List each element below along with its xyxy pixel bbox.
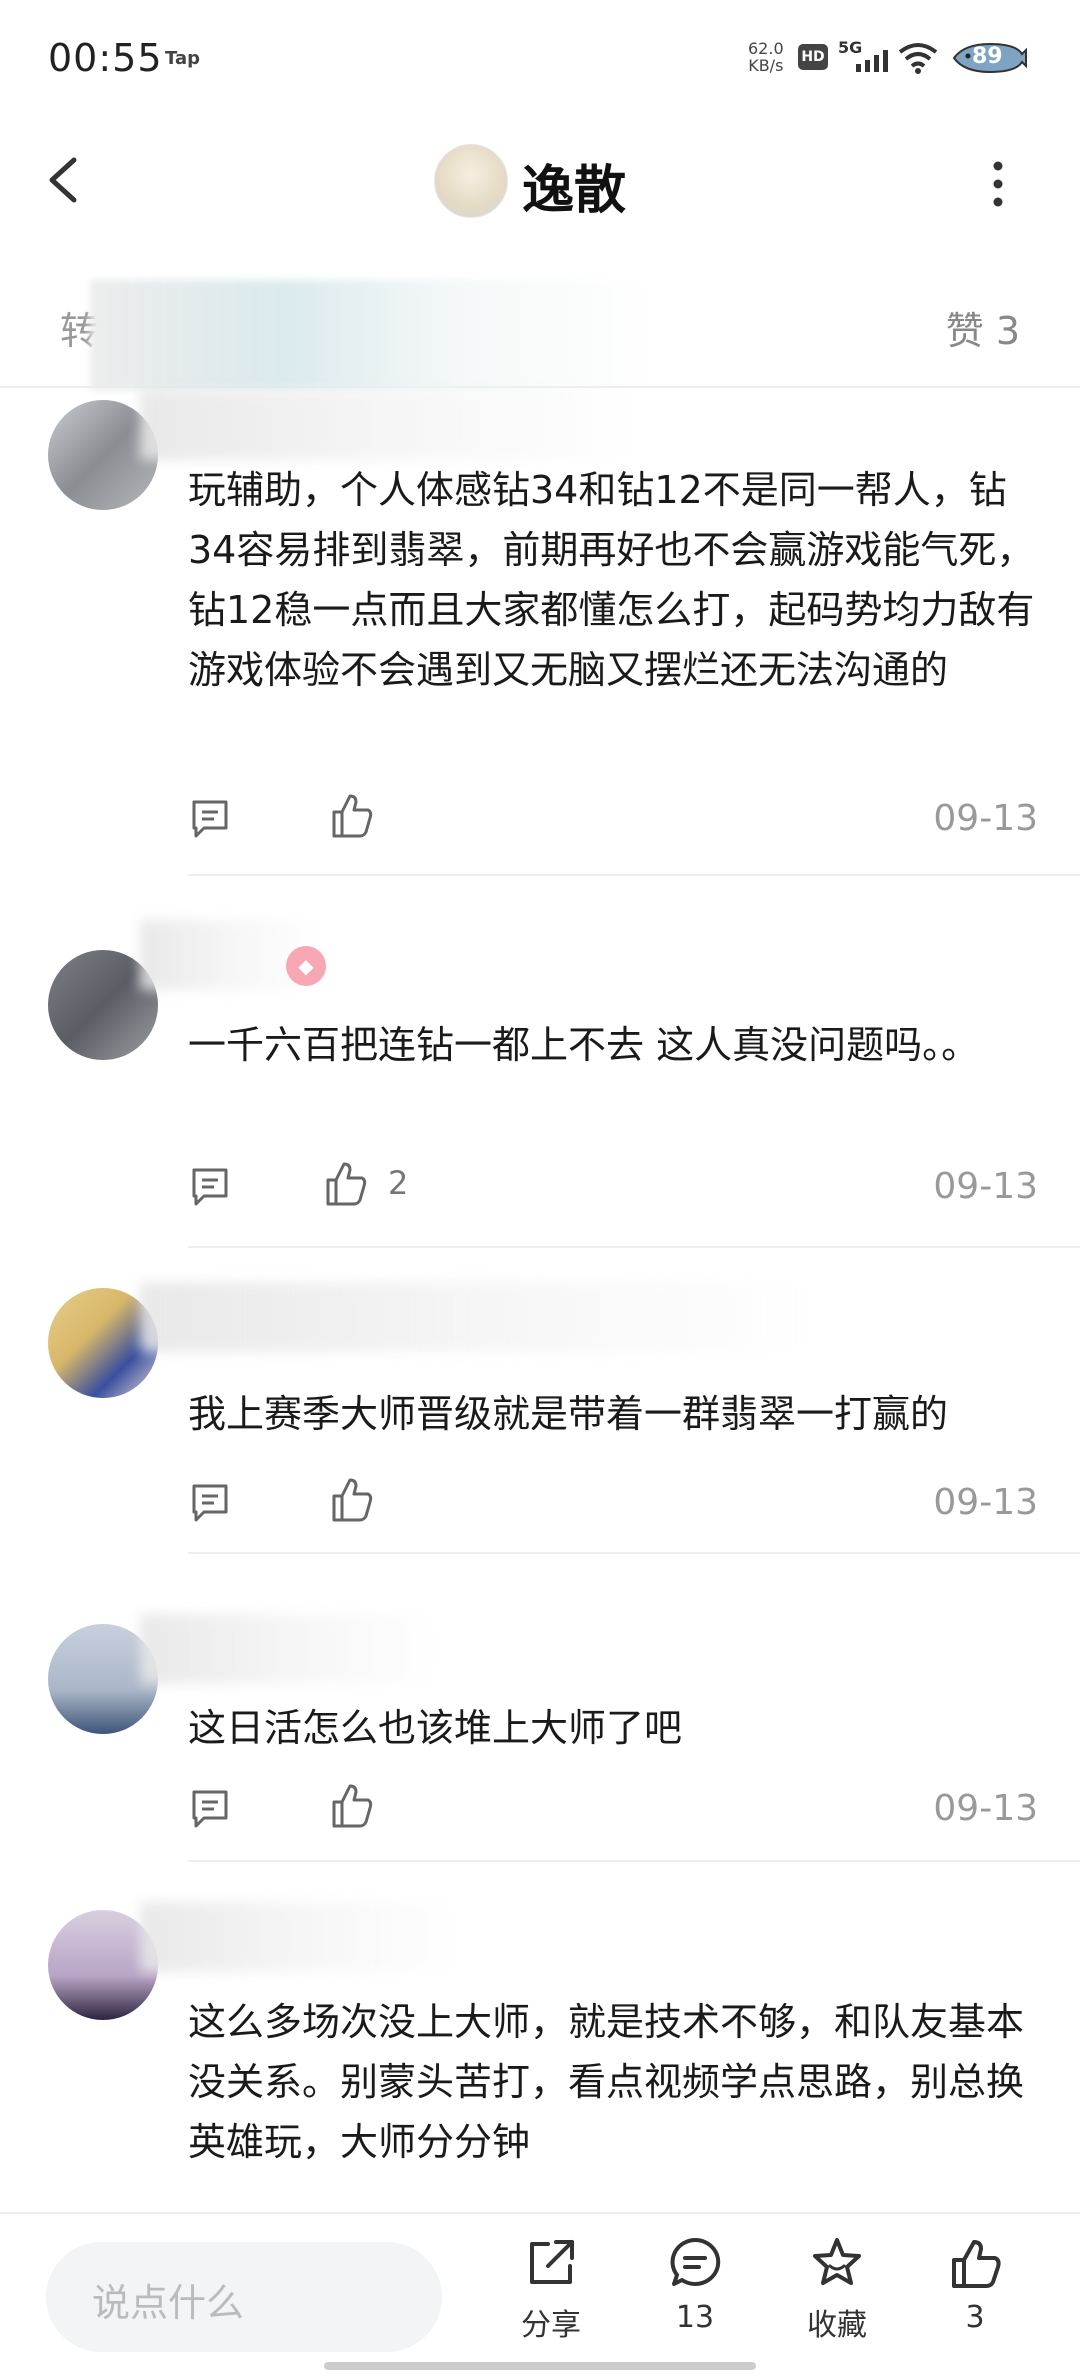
divider xyxy=(188,874,1080,876)
share-icon xyxy=(530,2240,574,2284)
author-name[interactable]: 逸散 xyxy=(522,148,626,223)
comment-date: 09-13 xyxy=(933,1166,1038,1207)
comment-date: 09-13 xyxy=(933,1482,1038,1523)
home-indicator[interactable] xyxy=(324,2362,756,2370)
top-nav: 逸散 xyxy=(0,120,1080,240)
divider xyxy=(188,1552,1080,1554)
thumbs-up-icon[interactable] xyxy=(328,1780,374,1830)
comment-item: 这日活怎么也该堆上大师了吧 09-13 xyxy=(0,1558,1080,1858)
comment-icon xyxy=(670,2237,721,2286)
star-icon xyxy=(813,2238,861,2285)
divider xyxy=(188,1246,1080,1248)
thumbs-up-icon[interactable] xyxy=(328,790,374,840)
blurred-region xyxy=(90,280,660,390)
battery-level: 89 xyxy=(972,44,1003,69)
comment-count: 13 xyxy=(675,2300,715,2335)
status-carrier-label: Tap xyxy=(165,48,200,69)
reply-icon[interactable] xyxy=(188,1480,232,1524)
comment-text: 我上赛季大师晋级就是带着一群翡翠一打赢的 xyxy=(188,1392,949,1436)
commenter-name-blurred xyxy=(140,1902,460,1972)
comments-button[interactable]: 13 xyxy=(640,2234,750,2364)
comment-input[interactable]: 说点什么 xyxy=(46,2242,442,2352)
status-bar: 00:55 Tap 62.0 KB/s HD 5G 89 xyxy=(0,0,1080,120)
thumbs-up-icon[interactable] xyxy=(322,1158,368,1208)
collect-button[interactable]: 收藏 xyxy=(782,2234,892,2364)
commenter-name-blurred xyxy=(140,1282,820,1352)
commenter-name-blurred xyxy=(140,1614,440,1684)
battery-indicator: 89 xyxy=(950,40,1028,76)
reply-icon[interactable] xyxy=(188,1786,232,1830)
comment-actions: 09-13 xyxy=(188,790,1038,850)
comment-text: 一千六百把连钻一都上不去 这人真没问题吗。。 xyxy=(188,1023,980,1067)
comment-text: 这日活怎么也该堆上大师了吧 xyxy=(188,1706,683,1750)
share-button[interactable]: 分享 xyxy=(496,2234,606,2364)
network-speed-value: 62.0 xyxy=(748,39,784,58)
comment-item: 玩辅助，个人体感钻34和钻12不是同一帮人，钻34容易排到翡翠，前期再好也不会赢… xyxy=(0,390,1080,880)
status-time: 00:55 xyxy=(48,36,163,80)
comment-text: 玩辅助，个人体感钻34和钻12不是同一帮人，钻34容易排到翡翠，前期再好也不会赢… xyxy=(188,468,1035,692)
tab-likes[interactable]: 赞 3 xyxy=(946,300,1020,355)
signal-icon xyxy=(856,50,888,72)
network-speed-unit: KB/s xyxy=(748,56,784,75)
reply-icon[interactable] xyxy=(188,1164,232,1208)
back-button[interactable] xyxy=(36,150,96,210)
comment-item: ◆ 一千六百把连钻一都上不去 这人真没问题吗。。 2 09-13 xyxy=(0,880,1080,1240)
thumbs-up-icon xyxy=(952,2240,1001,2288)
hd-icon: HD xyxy=(798,44,828,70)
post-detail-page: 00:55 Tap 62.0 KB/s HD 5G 89 逸散 转 赞 3 玩辅… xyxy=(0,0,1080,2376)
comment-actions: 2 09-13 xyxy=(188,1158,1038,1218)
comment-text: 这么多场次没上大师，就是技术不够，和队友基本没关系。别蒙头苦打，看点视频学点思路… xyxy=(188,2000,1025,2164)
interaction-tab-row: 转 赞 3 xyxy=(0,270,1080,390)
comment-actions: 09-13 xyxy=(188,1474,1038,1534)
more-vertical-icon[interactable] xyxy=(978,154,1018,214)
wifi-icon xyxy=(898,43,938,74)
divider xyxy=(188,1860,1080,1862)
comment-actions: 09-13 xyxy=(188,1780,1038,1840)
comment-date: 09-13 xyxy=(933,798,1038,839)
collect-label: 收藏 xyxy=(807,2308,867,2343)
network-speed: 62.0 KB/s xyxy=(748,40,784,74)
commenter-name-blurred xyxy=(140,390,640,460)
thumbs-up-icon[interactable] xyxy=(328,1474,374,1524)
comment-input-placeholder: 说点什么 xyxy=(92,2281,245,2325)
like-count-total: 3 xyxy=(965,2300,985,2335)
comment-item: 这么多场次没上大师，就是技术不够，和队友基本没关系。别蒙头苦打，看点视频学点思路… xyxy=(0,1866,1080,2212)
reply-icon[interactable] xyxy=(188,796,232,840)
comment-date: 09-13 xyxy=(933,1788,1038,1829)
share-label: 分享 xyxy=(521,2308,581,2343)
comment-item: 我上赛季大师晋级就是带着一群翡翠一打赢的 09-13 xyxy=(0,1252,1080,1552)
author-avatar[interactable] xyxy=(434,144,508,218)
bottom-action-bar: 说点什么 分享 13 收藏 3 xyxy=(0,2212,1080,2376)
user-badge-icon: ◆ xyxy=(286,946,326,986)
like-button[interactable]: 3 xyxy=(920,2234,1030,2364)
like-count: 2 xyxy=(388,1164,409,1202)
